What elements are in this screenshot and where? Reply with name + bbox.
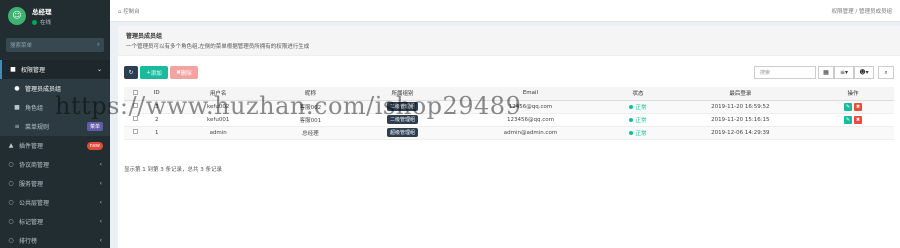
sidebar-item-agreement[interactable]: ○ 协议商管理 ‹ [0,155,110,174]
pagination-info: 显示第 1 到第 3 条记录，总共 3 条记录 [124,167,222,173]
cell-username: admin [166,126,270,140]
col-last-login[interactable]: 最后登录 [668,87,813,101]
cell-status: 正常 [607,113,669,127]
sidebar-item-plugins[interactable]: ▲ 插件管理 new [0,136,110,155]
breadcrumb: ⌂ 控制台 权限管理 / 管理员成员组 [110,0,900,22]
chevron-left-icon: ‹ [99,180,102,187]
cell-email: admin@admin.com [453,126,608,140]
sidebar-item-public[interactable]: ○ 公共层管理 ‹ [0,193,110,212]
online-dot-icon [32,19,37,25]
user-name: 总经理 [32,8,52,16]
sidebar-item-ranking[interactable]: ○ 排行榜 ‹ [0,231,110,248]
page-title: 管理员成员组 [126,33,163,40]
breadcrumb-home[interactable]: ⌂ 控制台 [118,7,140,15]
chevron-left-icon: ‹ [99,218,102,225]
cell-last-login: 2019-11-20 15:16:15 [668,113,813,127]
breadcrumb-path: 权限管理 / 管理员成员组 [831,8,892,15]
export-button[interactable]: ☻▾ [854,66,874,79]
cell-group: 超级管理组 [351,126,454,140]
sidebar-item-tags[interactable]: ○ 标记管理 ‹ [0,212,110,231]
cell-actions: ✎ ✖ [812,100,894,114]
cell-last-login: 2019-11-20 16:59:52 [668,100,813,114]
trash-icon[interactable]: ✖ [854,115,862,124]
add-button[interactable]: + 添加 [140,66,168,79]
circle-icon: ○ [8,237,14,244]
group-icon: ■ [10,66,16,73]
cell-id: 1 [146,126,167,140]
user-panel: ☺ 总经理 在线 [0,0,110,32]
cell-last-login: 2019-12-06 14:29:39 [668,126,813,140]
menu-tag-badge: 菜单 [86,122,103,131]
new-badge: new [86,141,103,150]
breadcrumb-item: 管理员成员组 [858,8,892,15]
toolbar: ↻ + 添加 ✖ 删除 搜索 ▦ ≡▾ ☻▾ ⌕ [124,66,894,80]
refresh-button[interactable]: ↻ [124,66,138,79]
circle-icon: ○ [8,218,14,225]
chevron-left-icon: ‹ [99,199,102,206]
circle-icon: ○ [8,180,14,187]
user-icon: ● [14,85,20,92]
user-export-icon: ☻▾ [859,69,869,76]
cell-status: 正常 [607,100,669,114]
sidebar-item-service[interactable]: ○ 服务管理 ‹ [0,174,110,193]
table-search-input[interactable]: 搜索 [754,66,816,79]
search-icon: ⌕ [884,68,888,76]
chevron-left-icon: ‹ [99,237,102,244]
edit-icon[interactable]: ✎ [844,115,852,124]
search-icon: ⌕ [96,41,100,48]
delete-button[interactable]: ✖ 删除 [170,66,198,79]
page-description: 一个管理员可以有多个角色组,左侧的菜单根据管理员所拥有的权限进行生成 [126,44,310,50]
circle-icon: ○ [8,199,14,206]
cell-actions [812,126,894,140]
circle-icon: ○ [8,161,14,168]
list-icon: ≡▾ [839,69,849,76]
cell-nickname: 总经理 [269,126,352,140]
sidebar: ☺ 总经理 在线 搜索菜单 ⌕ ■ 权限管理 ⌄ ● 管理员成员组 ■ 角色组 … [0,0,110,248]
table-icon: ▦ [823,69,829,76]
sidebar-search-input[interactable]: 搜索菜单 ⌕ [6,38,104,52]
chevron-down-icon: ⌄ [96,66,102,73]
edit-icon[interactable]: ✎ [844,102,852,111]
trash-icon[interactable]: ✖ [854,102,862,111]
breadcrumb-item[interactable]: 权限管理 [832,9,854,15]
content-panel: 管理员成员组 一个管理员可以有多个角色组,左侧的菜单根据管理员所拥有的权限进行生… [118,26,900,248]
cell-actions: ✎ ✖ [812,113,894,127]
cell-status: 正常 [607,126,669,140]
columns-view-button[interactable]: ▦ [818,66,834,79]
refresh-icon: ↻ [128,69,134,76]
avatar: ☺ [8,7,26,25]
col-status[interactable]: 状态 [607,87,669,101]
table-row: 1 admin 总经理 超级管理组 admin@admin.com 正常 201… [124,126,894,140]
group-icon: ■ [14,104,20,111]
user-status: 在线 [32,18,52,26]
main-area: ⌂ 控制台 权限管理 / 管理员成员组 管理员成员组 一个管理员可以有多个角色组… [110,0,900,248]
columns-toggle-button[interactable]: ≡▾ [834,66,854,79]
chevron-left-icon: ‹ [99,161,102,168]
search-toggle-button[interactable]: ⌕ [878,66,894,79]
watermark-text: https://www.huzhan.com/ishop29489 [55,92,522,120]
row-checkbox[interactable] [124,126,147,140]
sidebar-item-permissions[interactable]: ■ 权限管理 ⌄ [0,60,110,79]
col-actions: 操作 [812,87,894,101]
bars-icon: ≡ [14,123,20,130]
rocket-icon: ▲ [8,142,14,149]
